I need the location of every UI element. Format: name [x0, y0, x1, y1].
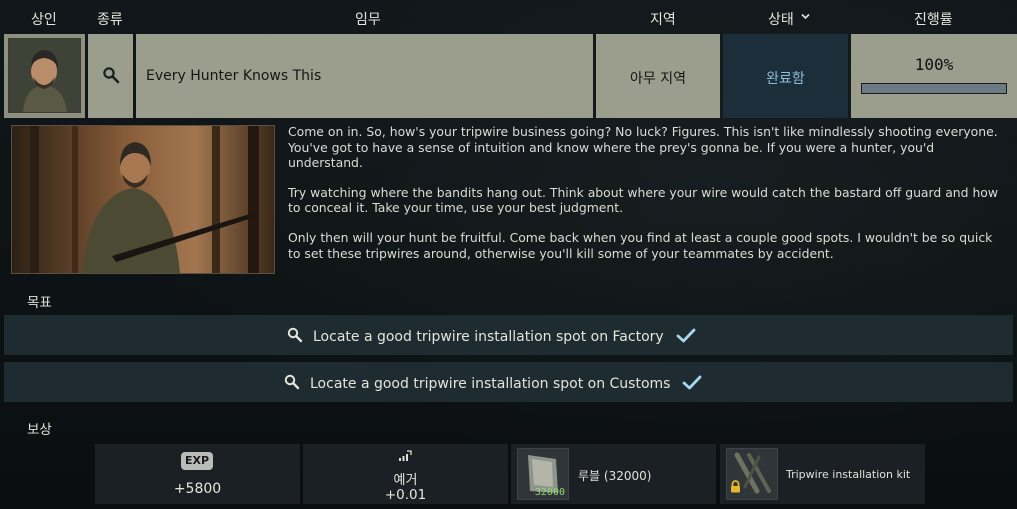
checkmark-icon [682, 375, 702, 394]
description-paragraph: Come on in. So, how's your tripwire busi… [288, 124, 998, 171]
exp-icon: EXP [181, 452, 213, 470]
objective-row[interactable]: Locate a good tripwire installation spot… [4, 362, 1013, 402]
reputation-trader: 예거 [393, 473, 418, 488]
search-icon [284, 374, 300, 394]
reward-reputation: 예거 +0.01 [303, 444, 508, 504]
description-paragraph: Try watching where the bandits hang out.… [288, 184, 999, 216]
reputation-icon [398, 447, 412, 466]
progress-bar [861, 83, 1007, 94]
money-label: 루블 (32000) [578, 469, 652, 483]
item-label: Tripwire installation kit [786, 468, 911, 481]
quest-description: Come on in. So, how's your tripwire busi… [288, 124, 1000, 275]
header-location[interactable]: 지역 [650, 9, 676, 29]
tripwire-kit-item[interactable] [726, 448, 778, 500]
header-progress[interactable]: 진행률 [914, 9, 953, 29]
location-cell: 아무 지역 [596, 34, 720, 118]
status-cell: 완료함 [723, 34, 848, 118]
task-cell[interactable]: Every Hunter Knows This [136, 34, 593, 118]
quest-location: 아무 지역 [630, 71, 686, 87]
quest-row[interactable]: Every Hunter Knows This 아무 지역 완료함 100% [0, 34, 1017, 118]
quest-title: Every Hunter Knows This [146, 68, 322, 84]
objective-row[interactable]: Locate a good tripwire installation spot… [4, 315, 1013, 355]
objectives-title: 목표 [27, 295, 52, 311]
trader-avatar [8, 38, 81, 113]
rewards-title: 보상 [27, 422, 52, 438]
objective-text: Locate a good tripwire installation spot… [313, 329, 664, 345]
quest-status: 완료함 [766, 71, 805, 87]
progress-cell: 100% [851, 34, 1017, 118]
progress-bar-fill [862, 84, 1006, 93]
type-cell [88, 34, 133, 118]
description-paragraph: Only then will your hunt be fruitful. Co… [288, 229, 993, 261]
search-icon [102, 66, 120, 88]
objective-text: Locate a good tripwire installation spot… [310, 376, 671, 392]
reward-money[interactable]: 32000 루블 (32000) [511, 444, 716, 504]
checkmark-icon [676, 328, 696, 347]
reputation-value: +0.01 [384, 487, 427, 503]
header-trader[interactable]: 상인 [31, 9, 57, 29]
table-header: 상인 종류 임무 지역 상태 진행률 [0, 0, 1017, 34]
header-task[interactable]: 임무 [355, 9, 381, 29]
chevron-down-icon[interactable] [801, 12, 810, 23]
reward-item[interactable]: Tripwire installation kit [720, 444, 925, 504]
header-type[interactable]: 종류 [97, 9, 123, 29]
header-status[interactable]: 상태 [768, 9, 794, 29]
search-icon [287, 327, 303, 347]
quest-image [11, 125, 275, 274]
lock-icon [730, 478, 741, 497]
reward-exp: EXP +5800 [95, 444, 300, 504]
roubles-item[interactable]: 32000 [517, 448, 569, 500]
exp-value: +5800 [173, 481, 222, 497]
trader-cell [4, 34, 85, 118]
progress-percent: 100% [914, 55, 954, 74]
stack-count: 32000 [534, 487, 565, 498]
